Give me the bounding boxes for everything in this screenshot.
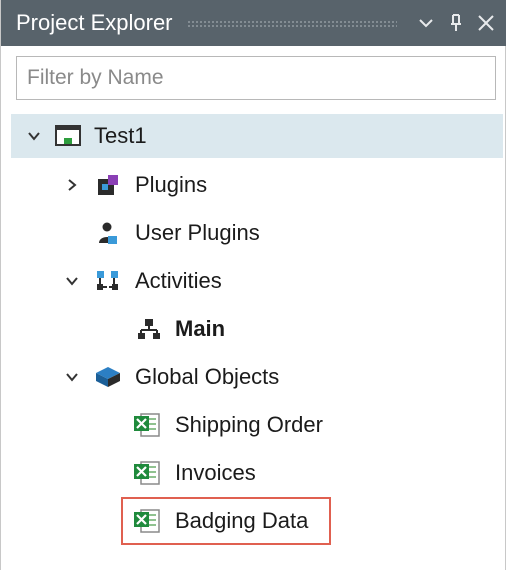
tree-item-global-objects[interactable]: Global Objects xyxy=(1,355,505,399)
filter-input[interactable] xyxy=(16,56,496,100)
activities-icon xyxy=(94,267,122,295)
tree-item-label: Test1 xyxy=(94,123,147,148)
tree-item-label: Badging Data xyxy=(175,508,309,533)
panel-menu-button[interactable] xyxy=(411,5,441,41)
tree-item-label: Invoices xyxy=(175,460,256,485)
chevron-right-icon[interactable] xyxy=(65,178,79,192)
tree-item-test1[interactable]: Test1 xyxy=(11,114,503,158)
tree-item-invoices[interactable]: Invoices xyxy=(1,451,505,495)
tree-item-label: User Plugins xyxy=(135,220,260,245)
tree-item-shipping-order[interactable]: Shipping Order xyxy=(1,403,505,447)
project-explorer-panel: Project Explorer Filter by Name Test1 Pl… xyxy=(0,0,506,570)
chevron-down-icon[interactable] xyxy=(65,370,79,384)
tree-item-label: Global Objects xyxy=(135,364,280,389)
plugins-icon xyxy=(94,171,122,199)
tree-item-label: Activities xyxy=(135,268,222,293)
tree-item-label: Plugins xyxy=(135,172,208,197)
tree-item-user-plugins[interactable]: User Plugins xyxy=(1,211,505,255)
tree-item-plugins[interactable]: Plugins xyxy=(1,163,505,207)
panel-titlebar: Project Explorer xyxy=(1,0,506,46)
panel-title: Project Explorer xyxy=(16,10,173,35)
tree-item-label: Main xyxy=(175,316,226,341)
chevron-down-icon[interactable] xyxy=(65,274,79,288)
pin-button[interactable] xyxy=(441,5,471,41)
tree-item-activities[interactable]: Activities xyxy=(1,259,505,303)
workflow-icon xyxy=(135,315,163,343)
user-plugins-icon xyxy=(94,219,122,247)
tree-item-label: Shipping Order xyxy=(175,412,323,437)
excel-file-icon xyxy=(133,507,161,535)
excel-file-icon xyxy=(133,459,161,487)
chevron-down-icon xyxy=(419,19,433,28)
close-icon xyxy=(478,15,494,31)
excel-file-icon xyxy=(133,411,161,439)
close-button[interactable] xyxy=(471,5,501,41)
chevron-down-icon[interactable] xyxy=(27,129,41,143)
global-objects-icon xyxy=(94,363,122,391)
drag-grip[interactable] xyxy=(186,19,397,27)
project-icon xyxy=(54,122,82,150)
pin-icon xyxy=(451,14,461,31)
tree-item-badging-data[interactable]: Badging Data xyxy=(1,499,505,543)
tree-item-main[interactable]: Main xyxy=(1,307,505,351)
